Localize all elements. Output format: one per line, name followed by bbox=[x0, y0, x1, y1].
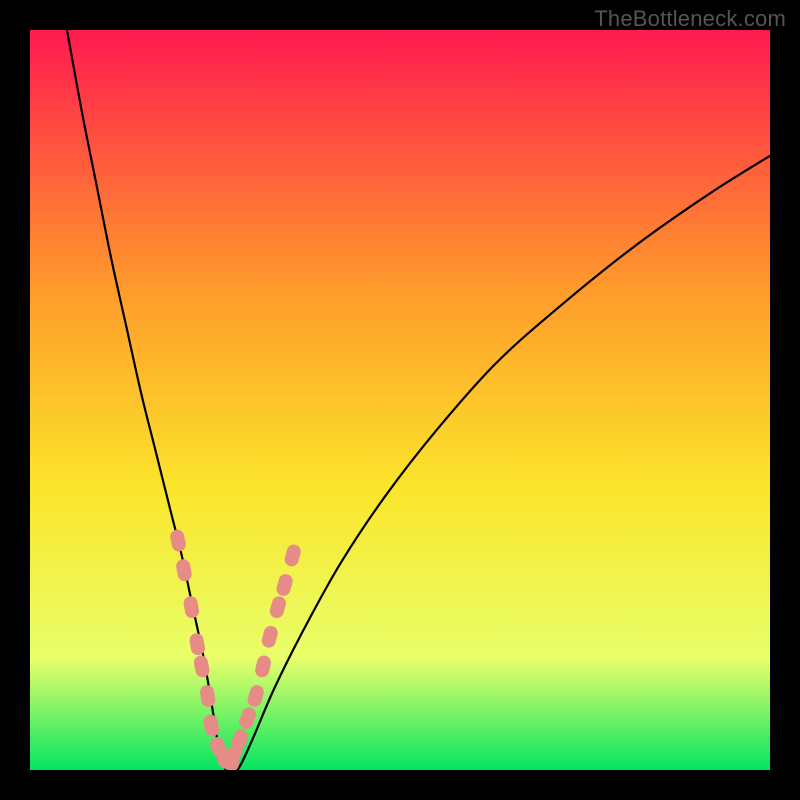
watermark-text: TheBottleneck.com bbox=[594, 6, 786, 32]
plot-area bbox=[30, 30, 770, 770]
gradient-background bbox=[30, 30, 770, 770]
chart-frame: TheBottleneck.com bbox=[0, 0, 800, 800]
bottleneck-curve-chart bbox=[30, 30, 770, 770]
